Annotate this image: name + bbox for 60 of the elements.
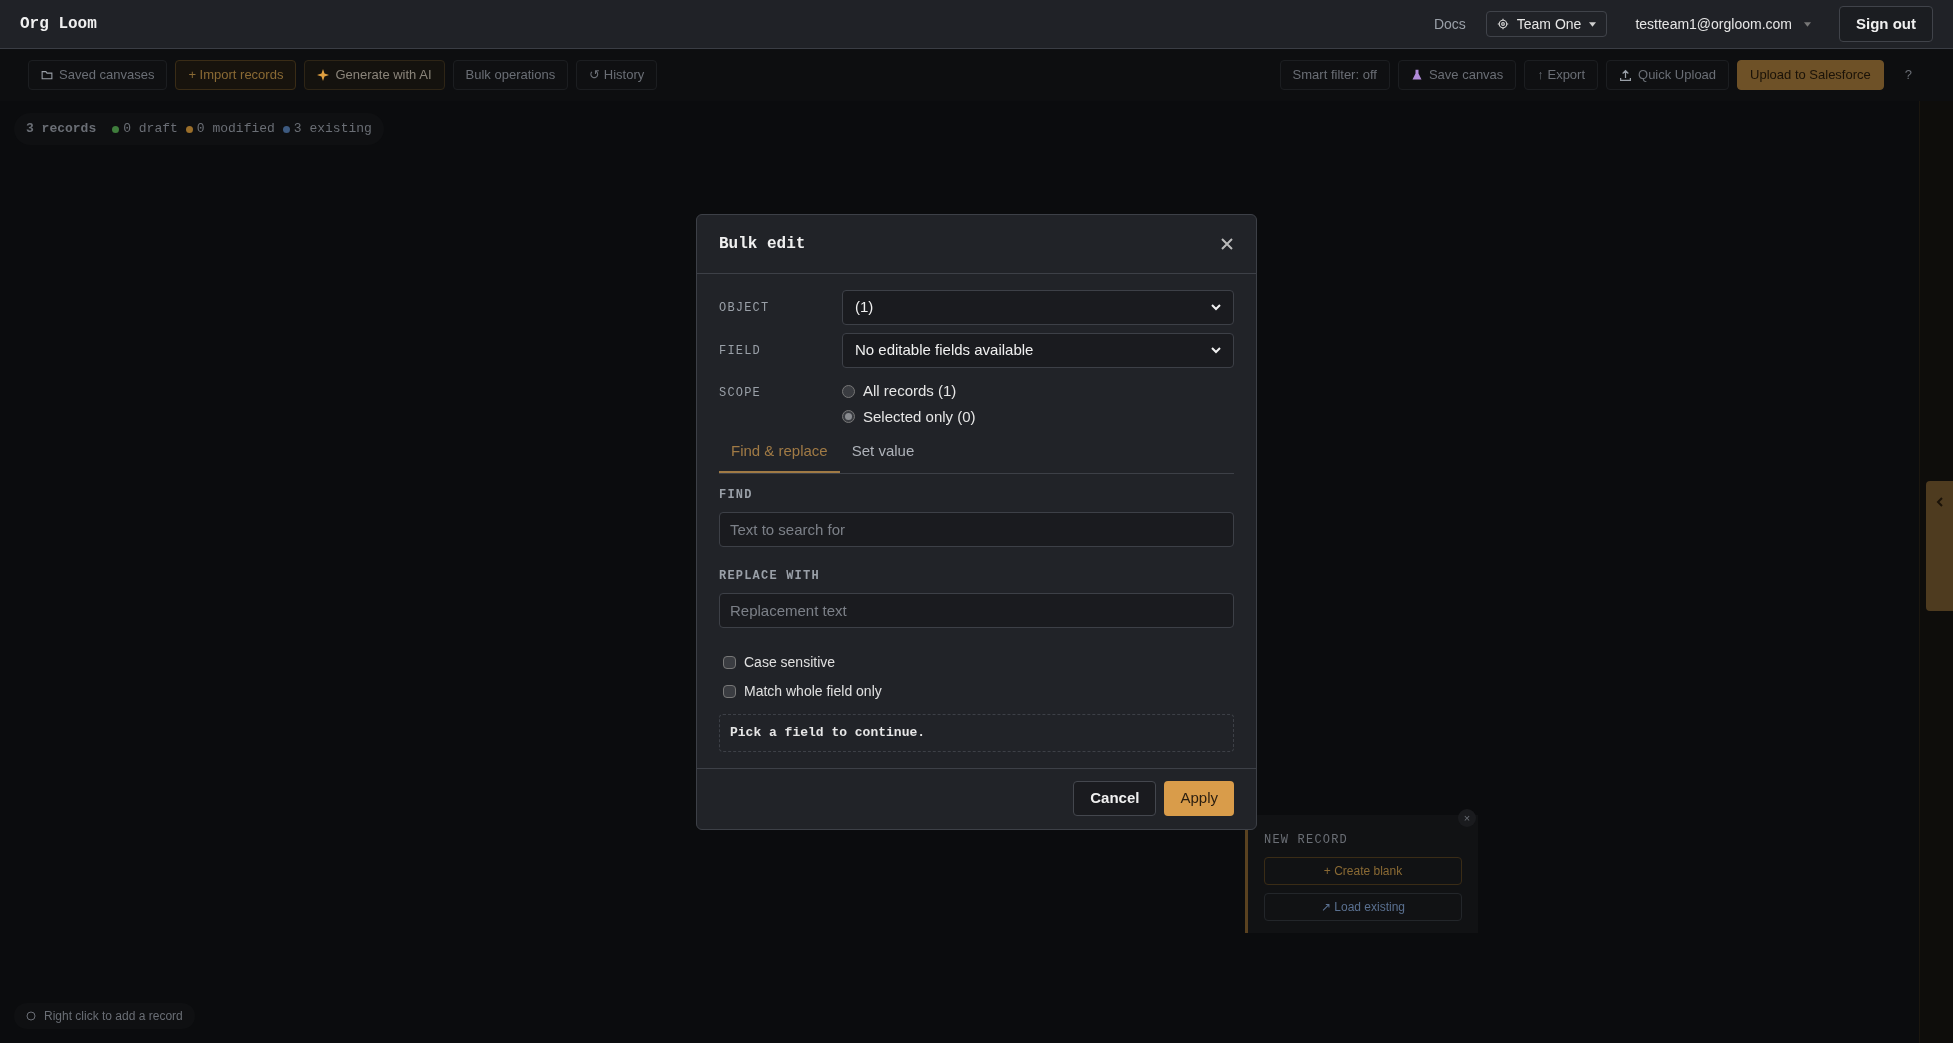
gear-icon: [1496, 18, 1509, 30]
checkbox[interactable]: [723, 684, 736, 698]
toolbar-button[interactable]: Smart filter: off: [1279, 60, 1390, 90]
select-field[interactable]: (1): [842, 290, 1234, 325]
app-logo: Org Loom: [20, 14, 97, 35]
status-count: 0 modified: [196, 120, 275, 139]
hint-text: Right click to add a record: [44, 1008, 183, 1025]
user-menu[interactable]: testteam1@orgloom.com: [1635, 13, 1811, 35]
toolbar-button[interactable]: + Import records: [175, 60, 297, 90]
radio-label: All records (1): [863, 381, 957, 401]
apply-button[interactable]: Apply: [1164, 781, 1234, 816]
docs-link[interactable]: Docs: [1433, 13, 1466, 35]
checkbox[interactable]: [723, 655, 736, 669]
toolbar-button[interactable]: Quick Upload: [1606, 60, 1730, 90]
text-field[interactable]: Replacement text: [719, 592, 1234, 628]
status-count: 3 existing: [293, 120, 372, 139]
select-field[interactable]: No editable fields available: [842, 333, 1234, 368]
field-label: FIELD: [719, 342, 762, 360]
close-button[interactable]: ×: [1458, 809, 1476, 827]
panel-action[interactable]: + Create blank: [1264, 857, 1462, 885]
field-label: OBJECT: [719, 299, 771, 317]
toolbar-button[interactable]: Save canvas: [1397, 60, 1517, 90]
sign-out-button[interactable]: Sign out: [1839, 6, 1933, 42]
toolbar-button[interactable]: Saved canvases: [28, 60, 168, 90]
close-icon[interactable]: [1220, 237, 1234, 251]
status-message: Pick a field to continue.: [719, 713, 1234, 752]
checkbox-label: Case sensitive: [744, 652, 836, 672]
radio-button[interactable]: [842, 410, 855, 424]
toolbar-button[interactable]: ?: [1891, 60, 1925, 90]
chevron-icon: [1211, 347, 1221, 354]
toolbar-button[interactable]: Upload to Salesforce: [1737, 60, 1884, 90]
team-selector[interactable]: Team One: [1485, 11, 1608, 37]
caret-icon: [1804, 21, 1811, 27]
panel-action[interactable]: ↗ Load existing: [1264, 893, 1462, 921]
chevron-icon: [1211, 304, 1221, 311]
tab[interactable]: Find & replace: [719, 440, 840, 473]
toolbar-button[interactable]: ↺ History: [576, 60, 658, 90]
toolbar-button[interactable]: Generate with AI: [304, 60, 445, 90]
folder-icon: [41, 69, 53, 81]
upload-icon: [1619, 68, 1633, 82]
field-label: REPLACE WITH: [719, 567, 821, 585]
field-label: SCOPE: [719, 385, 762, 402]
tab[interactable]: Set value: [839, 440, 927, 473]
circle-icon: [26, 1011, 36, 1021]
checkbox-label: Match whole field only: [744, 681, 882, 701]
radio-label: Selected only (0): [863, 406, 976, 427]
chevron-icon: [1934, 497, 1945, 507]
flask-icon: [1410, 69, 1423, 81]
text-field[interactable]: Text to search for: [719, 511, 1234, 547]
record-count: 3 records: [26, 120, 97, 139]
sparkle-icon: [317, 69, 330, 81]
panel-title: NEW RECORD: [1264, 832, 1349, 849]
cancel-button[interactable]: Cancel: [1073, 781, 1157, 816]
caret-icon: [1589, 21, 1597, 27]
toolbar-button[interactable]: Bulk operations: [452, 60, 569, 90]
radio-button[interactable]: [842, 384, 855, 398]
field-label: FIND: [719, 486, 754, 504]
status-count: 0 draft: [123, 120, 178, 139]
dialog-title: Bulk edit: [719, 234, 806, 255]
toolbar-button[interactable]: ↑ Export: [1524, 60, 1599, 90]
